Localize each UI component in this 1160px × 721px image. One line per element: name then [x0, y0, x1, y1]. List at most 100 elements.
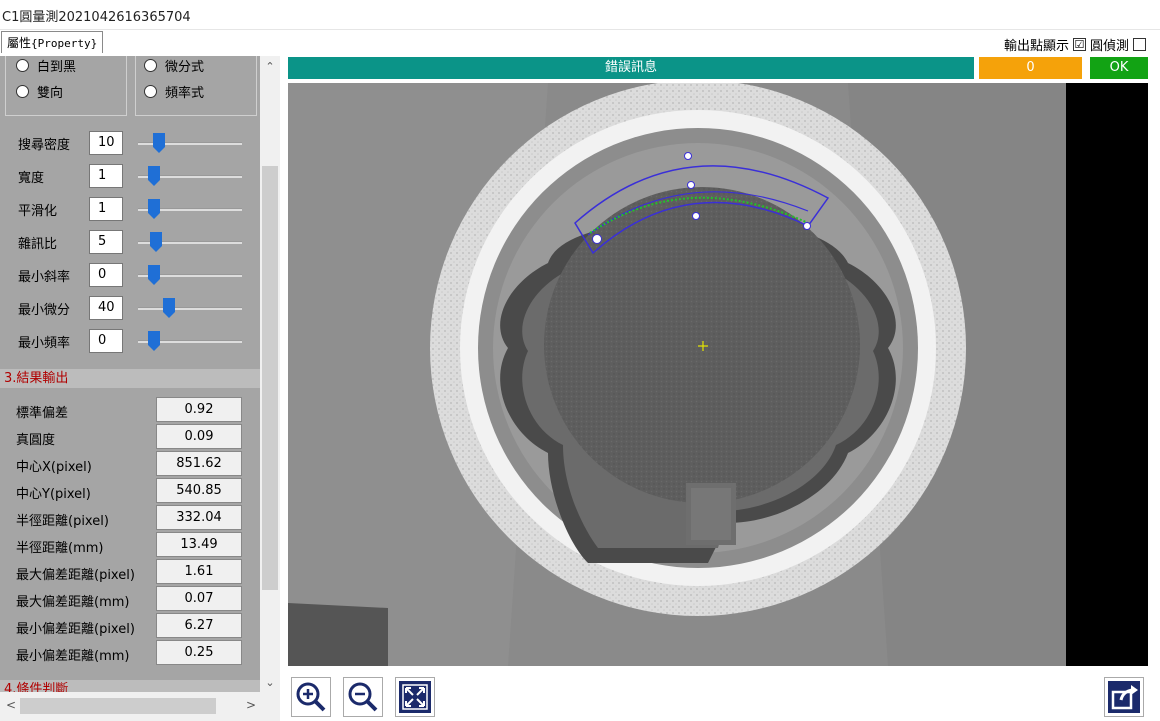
- slider-track: [138, 307, 242, 310]
- tab-property[interactable]: 屬性{Property}: [1, 31, 104, 53]
- radio-frequency[interactable]: 頻率式: [144, 82, 204, 101]
- tab-property-label: 屬性: [7, 36, 32, 50]
- error-message-bar: 錯誤訊息: [288, 57, 974, 79]
- param-value-input[interactable]: 1: [89, 197, 123, 221]
- scroll-right-arrow[interactable]: >: [246, 698, 256, 712]
- radio-differential[interactable]: 微分式: [144, 56, 204, 75]
- show-points-checkbox[interactable]: ☑: [1072, 38, 1086, 51]
- result-value: 0.25: [156, 640, 242, 665]
- result-value: 6.27: [156, 613, 242, 638]
- top-options: 輸出點顯示 ☑ 圓偵測: [1004, 35, 1146, 54]
- param-value-input[interactable]: 40: [89, 296, 123, 320]
- param-label: 雜訊比: [18, 237, 58, 252]
- roi-handle[interactable]: [684, 152, 692, 160]
- param-label: 最小斜率: [18, 270, 71, 285]
- zoom-in-button[interactable]: [291, 677, 331, 717]
- param-value-input[interactable]: 0: [89, 329, 123, 353]
- param-slider[interactable]: [138, 329, 242, 353]
- slider-thumb[interactable]: [148, 166, 160, 186]
- result-value: 1.61: [156, 559, 242, 584]
- result-label: 最小偏差距離(mm): [16, 649, 130, 664]
- part-center-disk: [544, 187, 860, 503]
- radio-dot: [144, 59, 157, 72]
- slider-thumb[interactable]: [148, 265, 160, 285]
- param-label: 最小微分: [18, 303, 71, 318]
- zoom-in-icon: [294, 680, 328, 714]
- image-viewer[interactable]: [288, 83, 1148, 666]
- scroll-thumb[interactable]: [20, 698, 216, 714]
- radio-label: 頻率式: [165, 86, 205, 101]
- scroll-corner: [260, 692, 280, 721]
- param-label: 平滑化: [18, 204, 58, 219]
- panel-vertical-scrollbar[interactable]: ⌃ ⌄: [260, 56, 280, 692]
- result-label: 最大偏差距離(mm): [16, 595, 130, 610]
- param-label: 搜尋密度: [18, 138, 71, 153]
- slider-thumb[interactable]: [148, 199, 160, 219]
- section-results-header: 3.結果輸出: [0, 369, 260, 388]
- result-value: 13.49: [156, 532, 242, 557]
- scroll-left-arrow[interactable]: <: [6, 698, 16, 712]
- param-value-input[interactable]: 1: [89, 164, 123, 188]
- export-icon: [1108, 681, 1140, 713]
- result-value: 851.62: [156, 451, 242, 476]
- zoom-out-icon: [346, 680, 380, 714]
- tab-row: 屬性{Property} 輸出點顯示 ☑ 圓偵測: [0, 30, 1160, 56]
- fit-to-window-icon: [399, 681, 431, 713]
- show-points-label: 輸出點顯示: [1003, 39, 1069, 54]
- result-value: 332.04: [156, 505, 242, 530]
- param-value-input[interactable]: 10: [89, 131, 123, 155]
- result-value: 0.09: [156, 424, 242, 449]
- roi-handle[interactable]: [687, 181, 695, 189]
- param-slider[interactable]: [138, 197, 242, 221]
- export-button[interactable]: [1104, 677, 1144, 717]
- param-value-input[interactable]: 5: [89, 230, 123, 254]
- radio-white-to-black[interactable]: 白到黑: [16, 56, 76, 75]
- param-slider[interactable]: [138, 164, 242, 188]
- scroll-up-arrow[interactable]: ⌃: [260, 60, 280, 73]
- result-ok-indicator: OK: [1090, 57, 1148, 79]
- scroll-thumb[interactable]: [262, 166, 278, 590]
- slider-thumb[interactable]: [150, 232, 162, 252]
- result-label: 最小偏差距離(pixel): [16, 622, 135, 637]
- result-label: 最大偏差距離(pixel): [16, 568, 135, 583]
- slider-thumb[interactable]: [153, 133, 165, 153]
- circle-detect-label: 圓偵測: [1089, 39, 1129, 54]
- radio-dot: [144, 85, 157, 98]
- panel-horizontal-scrollbar[interactable]: < >: [0, 692, 260, 721]
- radio-label: 雙向: [37, 86, 64, 101]
- param-slider[interactable]: [138, 263, 242, 287]
- result-value: 0.07: [156, 586, 242, 611]
- param-slider[interactable]: [138, 296, 242, 320]
- result-label: 半徑距離(mm): [16, 541, 104, 556]
- roi-handle[interactable]: [592, 234, 602, 244]
- radio-bidirectional[interactable]: 雙向: [16, 82, 63, 101]
- roi-handle[interactable]: [692, 212, 700, 220]
- circle-detect-checkbox[interactable]: [1133, 38, 1146, 51]
- radio-dot: [16, 85, 29, 98]
- slider-thumb[interactable]: [148, 331, 160, 351]
- result-label: 標準偏差: [16, 406, 69, 421]
- param-value-input[interactable]: 0: [89, 263, 123, 287]
- result-label: 中心Y(pixel): [16, 487, 91, 502]
- roi-handle[interactable]: [803, 222, 811, 230]
- result-value: 0.92: [156, 397, 242, 422]
- radio-label: 白到黑: [37, 60, 77, 75]
- radio-label: 微分式: [165, 60, 205, 75]
- section-conditions-header: 4.條件判斷: [0, 680, 260, 692]
- result-label: 中心X(pixel): [16, 460, 92, 475]
- result-label: 半徑距離(pixel): [16, 514, 109, 529]
- param-label: 最小頻率: [18, 336, 71, 351]
- slider-thumb[interactable]: [163, 298, 175, 318]
- inspection-image: [288, 83, 1148, 666]
- result-value: 540.85: [156, 478, 242, 503]
- scroll-down-arrow[interactable]: ⌄: [260, 676, 280, 689]
- zoom-out-button[interactable]: [343, 677, 383, 717]
- fit-window-button[interactable]: [395, 677, 435, 717]
- param-slider[interactable]: [138, 230, 242, 254]
- count-indicator: 0: [979, 57, 1082, 79]
- param-slider[interactable]: [138, 131, 242, 155]
- tab-property-sublabel: {Property}: [31, 37, 98, 50]
- radio-dot: [16, 59, 29, 72]
- window-title: C1圓量測20210426163657​04: [0, 0, 1160, 30]
- param-label: 寬度: [18, 171, 45, 186]
